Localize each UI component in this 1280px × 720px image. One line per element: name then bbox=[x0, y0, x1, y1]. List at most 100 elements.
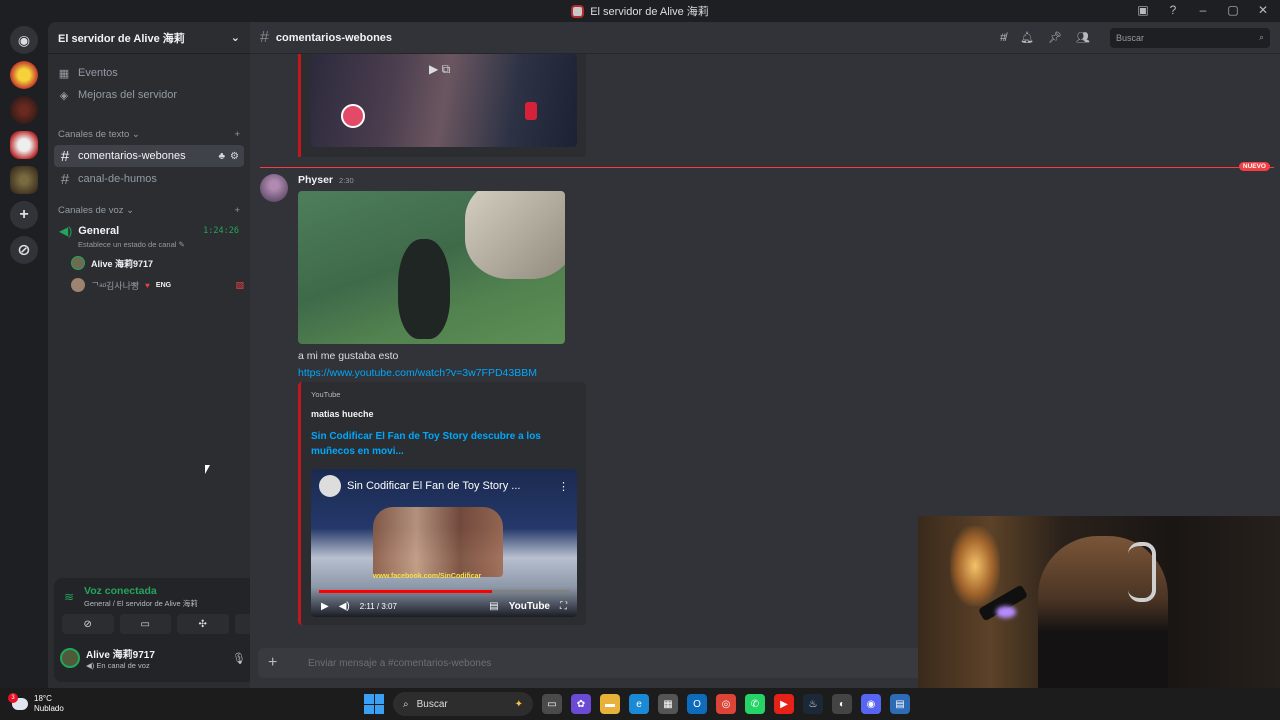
volume-icon[interactable]: ◀) bbox=[339, 601, 350, 612]
voice-timer: 1:24:26 bbox=[203, 226, 239, 236]
camera-off-button[interactable]: ⊘ bbox=[62, 614, 114, 634]
calculator-icon[interactable]: ▤ bbox=[890, 694, 910, 714]
voice-user-name: ᄀᅠᵃᵈ김사나빵 bbox=[91, 280, 140, 291]
outlook-icon[interactable]: O bbox=[687, 694, 707, 714]
chrome-icon[interactable]: ◎ bbox=[716, 694, 736, 714]
video-title[interactable]: Sin Codificar El Fan de Toy Story ... bbox=[347, 480, 520, 492]
attach-icon[interactable]: + bbox=[268, 654, 288, 672]
app-icon[interactable]: ◐ bbox=[832, 694, 852, 714]
youtube-icon[interactable]: ▶ bbox=[774, 694, 794, 714]
screen-share-button[interactable]: ▭ bbox=[119, 614, 171, 634]
message-author[interactable]: Physer bbox=[298, 174, 333, 186]
invite-icon[interactable]: ♣ bbox=[218, 151, 225, 162]
search-icon: ⌕ bbox=[403, 698, 409, 710]
weather-temp: 18°C bbox=[34, 694, 52, 703]
file-explorer-icon[interactable]: ▬ bbox=[600, 694, 620, 714]
previous-embed-thumbnail[interactable]: ▶ ⧉ bbox=[311, 54, 577, 147]
gear-icon[interactable]: ⚙ bbox=[230, 151, 239, 162]
explore-icon[interactable]: ⊘ bbox=[10, 236, 38, 264]
avatar[interactable] bbox=[60, 648, 80, 668]
pin-icon[interactable]: 📌︎ bbox=[1048, 31, 1062, 44]
video-frame bbox=[373, 507, 503, 577]
close-icon[interactable]: ✕ bbox=[1256, 3, 1270, 17]
embed-author[interactable]: matias hueche bbox=[311, 409, 576, 419]
weather-condition: Nublado bbox=[34, 704, 64, 713]
whatsapp-icon[interactable]: ✆ bbox=[745, 694, 765, 714]
rock-shape bbox=[465, 191, 565, 279]
store-icon[interactable]: ▦ bbox=[658, 694, 678, 714]
taskbar-search-placeholder: Buscar bbox=[416, 698, 448, 710]
video-time: 2:11 / 3:07 bbox=[359, 602, 397, 611]
logo-badge bbox=[341, 104, 365, 128]
server-header[interactable]: El servidor de Alive 海莉 ⌄ bbox=[48, 22, 250, 54]
discord-icon[interactable]: ◉ bbox=[861, 694, 881, 714]
maximize-icon[interactable]: ▢ bbox=[1226, 3, 1240, 17]
progress-bar[interactable] bbox=[319, 590, 569, 593]
message-time: 2:30 bbox=[339, 176, 354, 185]
task-view-icon[interactable]: ▭ bbox=[542, 694, 562, 714]
embed-title[interactable]: Sin Codificar El Fan de Toy Story descub… bbox=[311, 429, 551, 459]
message: Physer 2:30 a mi me gustaba esto https:/… bbox=[260, 174, 920, 625]
embed-provider[interactable]: YouTube bbox=[311, 390, 576, 399]
voice-channel-general[interactable]: ◀) General 1:24:26 Establece un estado d… bbox=[54, 222, 244, 252]
activities-button[interactable]: ✣ bbox=[177, 614, 229, 634]
user-name[interactable]: Alive 海莉9717 bbox=[86, 646, 220, 661]
add-channel-icon[interactable]: + bbox=[234, 205, 240, 216]
video-player[interactable]: Sin Codificar El Fan de Toy Story ... ⋮ … bbox=[311, 469, 577, 617]
help-icon[interactable]: ? bbox=[1166, 3, 1180, 17]
add-server-icon[interactable]: + bbox=[10, 201, 38, 229]
message-input[interactable]: Enviar mensaje a #comentarios-webones bbox=[308, 658, 491, 669]
minimize-icon[interactable]: – bbox=[1196, 3, 1210, 17]
bell-icon[interactable]: 🔔︎ bbox=[1020, 31, 1034, 44]
add-channel-icon[interactable]: + bbox=[234, 129, 240, 140]
sidebar-item-events[interactable]: ▦ Eventos bbox=[48, 62, 250, 84]
category-voice-channels[interactable]: Canales de voz ⌄ + bbox=[48, 200, 250, 220]
channel-canal-de-humos[interactable]: # canal-de-humos bbox=[54, 168, 244, 190]
microphone-icon[interactable]: 🎙︎ bbox=[232, 652, 246, 665]
search-icon: ⌕ bbox=[1258, 32, 1264, 42]
signal-icon[interactable]: ≋ bbox=[64, 590, 84, 604]
play-icon[interactable]: ▶ bbox=[321, 601, 329, 612]
screen-share-icon: ▭ bbox=[140, 618, 150, 630]
category-text-channels[interactable]: Canales de texto ⌄ + bbox=[48, 124, 250, 144]
members-icon[interactable]: 👥︎ bbox=[1076, 31, 1090, 44]
category-label: Canales de texto bbox=[58, 128, 130, 140]
server-name: El servidor de Alive 海莉 bbox=[58, 32, 185, 45]
pencil-icon[interactable]: ✎ bbox=[179, 240, 185, 249]
windows-start-icon[interactable] bbox=[364, 694, 384, 714]
taskbar-search[interactable]: ⌕ Buscar ✦ bbox=[393, 692, 533, 716]
edge-icon[interactable]: e bbox=[629, 694, 649, 714]
server-icon-1[interactable] bbox=[10, 61, 38, 89]
voice-connected-title[interactable]: Voz conectada bbox=[84, 585, 242, 597]
server-icon-2[interactable] bbox=[10, 96, 38, 124]
muted-icon: ▧ bbox=[235, 279, 244, 290]
subtitles-icon[interactable]: ▤ bbox=[489, 601, 498, 612]
server-icon-4[interactable] bbox=[10, 166, 38, 194]
discord-home-icon[interactable]: ◉ bbox=[10, 26, 38, 54]
threads-icon[interactable]: #̸ bbox=[1000, 32, 1006, 44]
cloud-icon: 3 bbox=[8, 693, 28, 710]
search-placeholder: Buscar bbox=[1116, 32, 1145, 43]
message-link[interactable]: https://www.youtube.com/watch?v=3w7FPD43… bbox=[298, 367, 920, 379]
search-input[interactable]: Buscar ⌕ bbox=[1110, 27, 1270, 48]
server-icon-active[interactable] bbox=[10, 131, 38, 159]
weather-widget[interactable]: 3 18°C Nublado bbox=[0, 693, 200, 714]
voice-connected-subtitle[interactable]: General / El servidor de Alive 海莉 bbox=[84, 598, 242, 609]
play-icon[interactable]: ▶ ⧉ bbox=[429, 62, 450, 77]
inbox-icon[interactable]: ▣ bbox=[1136, 3, 1150, 17]
voice-channel-status[interactable]: Establece un estado de canal bbox=[78, 240, 176, 249]
copilot-app-icon[interactable]: ✿ bbox=[571, 694, 591, 714]
channel-avatar[interactable] bbox=[319, 475, 341, 497]
channel-comentarios-webones[interactable]: # comentarios-webones ♣ ⚙ bbox=[54, 145, 244, 167]
sidebar-item-boosts[interactable]: ◈ Mejoras del servidor bbox=[48, 84, 250, 106]
chevron-down-icon: ⌄ bbox=[230, 32, 240, 44]
more-icon[interactable]: ⋮ bbox=[558, 480, 569, 493]
voice-user[interactable]: ᄀᅠᵃᵈ김사나빵 ♥ ENG ▧ bbox=[48, 274, 250, 296]
voice-user[interactable]: Alive 海莉9717 bbox=[48, 252, 250, 274]
steam-icon[interactable]: ♨ bbox=[803, 694, 823, 714]
message-image[interactable] bbox=[298, 191, 565, 344]
youtube-logo[interactable]: YouTube bbox=[509, 601, 550, 612]
window-title: El servidor de Alive 海莉 bbox=[590, 6, 709, 18]
fullscreen-icon[interactable]: ⛶ bbox=[560, 601, 567, 612]
avatar[interactable] bbox=[260, 174, 288, 202]
